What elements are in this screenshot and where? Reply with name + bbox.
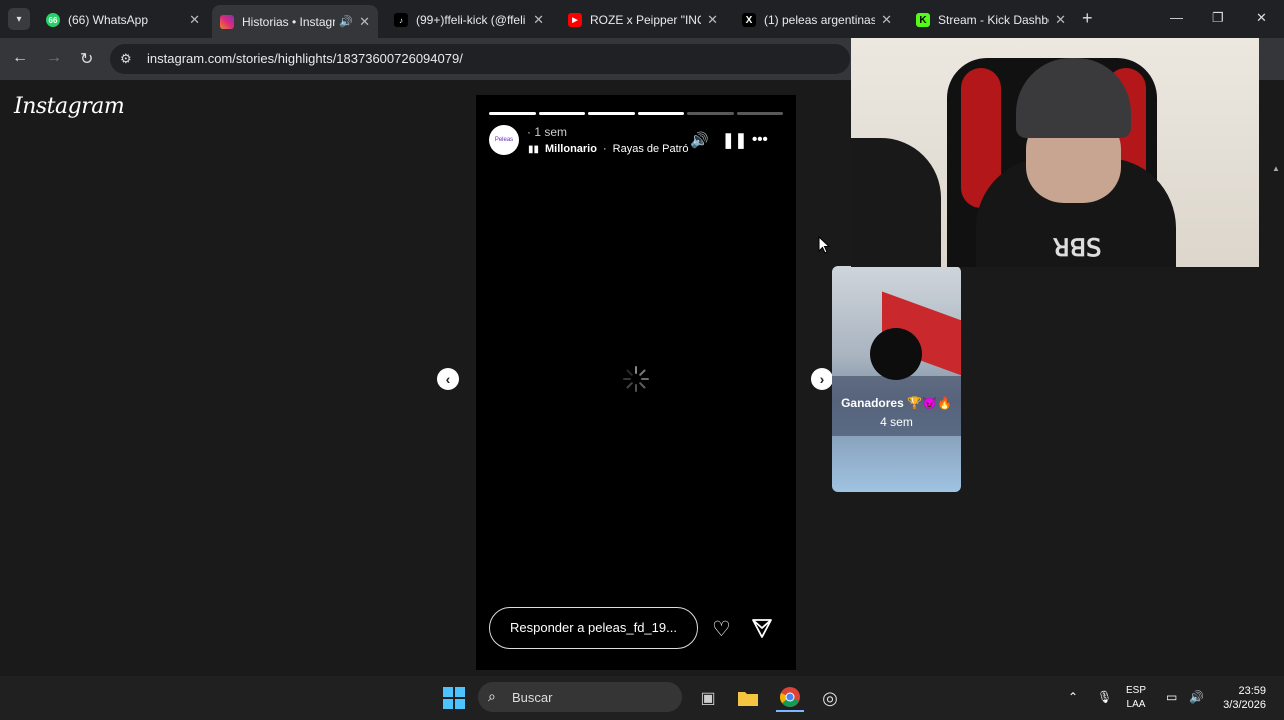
story-time: · 1 sem: [527, 125, 568, 139]
reply-input[interactable]: Responder a peleas_fd_19...: [489, 607, 698, 649]
mouse-cursor-icon: [818, 236, 830, 254]
address-bar[interactable]: ⚙ instagram.com/stories/highlights/18373…: [110, 44, 850, 74]
windows-start-icon[interactable]: [440, 684, 468, 712]
close-icon[interactable]: ✕: [189, 12, 200, 28]
story-progress-bar: [489, 112, 783, 115]
like-heart-icon[interactable]: ♡: [712, 617, 731, 642]
obs-icon[interactable]: ◎: [816, 684, 844, 712]
progress-segment: [736, 112, 783, 115]
tab-search-menu-button[interactable]: ▾: [8, 8, 30, 30]
whatsapp-icon: 66: [46, 13, 60, 27]
song-artist: Rayas de Patró: [612, 143, 689, 155]
site-settings-icon[interactable]: ⚙: [120, 51, 132, 67]
back-button[interactable]: ←: [12, 49, 28, 67]
minimize-button[interactable]: —: [1170, 10, 1183, 25]
volume-tray-icon[interactable]: 🔊: [1189, 690, 1204, 704]
instagram-icon: [220, 14, 234, 29]
progress-segment: [637, 112, 684, 115]
story-viewer[interactable]: Peleas · 1 sem ▮▮ Millonario · Rayas de …: [476, 95, 796, 670]
microphone-icon[interactable]: 🎙: [1097, 690, 1112, 704]
file-explorer-icon[interactable]: [734, 684, 762, 712]
close-icon[interactable]: ✕: [359, 14, 370, 30]
send-share-icon[interactable]: [751, 617, 773, 639]
search-icon: ⌕: [488, 688, 496, 704]
tab-title: Stream - Kick Dashbo: [938, 13, 1050, 27]
language-code: ESP: [1126, 685, 1147, 696]
shirt-logo-graphic: ꓤꓭꓢ: [1053, 233, 1102, 262]
system-clock[interactable]: 23:59 3/3/2026: [1216, 684, 1266, 712]
kick-icon: K: [916, 13, 930, 27]
scroll-up-arrow-icon[interactable]: ▲: [1272, 164, 1280, 173]
tab-strip: ▾ 66 (66) WhatsApp ✕ Historias • Instagr…: [0, 0, 1284, 38]
tab-tiktok[interactable]: ♪ (99+)ffeli-kick (@ffeli ✕: [386, 6, 552, 34]
chrome-icon[interactable]: [776, 684, 804, 712]
thumb-avatar-blob: [870, 328, 922, 380]
speaker-icon[interactable]: 🔊: [339, 15, 353, 28]
youtube-icon: ▶: [568, 13, 582, 27]
next-highlight-preview[interactable]: Ganadores 🏆😈🔥 4 sem: [832, 266, 961, 492]
more-options-icon[interactable]: •••: [752, 131, 768, 148]
x-logo-icon: X: [742, 13, 756, 27]
highlight-time: 4 sem: [880, 415, 913, 429]
scrollbar[interactable]: [1268, 160, 1284, 720]
url-text[interactable]: instagram.com/stories/highlights/1837360…: [147, 51, 463, 66]
song-separator: ·: [602, 143, 607, 155]
show-hidden-icons-chevron-icon[interactable]: ⌃: [1068, 690, 1078, 704]
tab-title: ROZE x Peipper "INO: [590, 13, 702, 27]
close-icon[interactable]: ✕: [1055, 12, 1066, 28]
screen: ▾ 66 (66) WhatsApp ✕ Historias • Instagr…: [0, 0, 1284, 720]
tab-title: Historias • Instagram: [242, 14, 336, 29]
previous-story-button[interactable]: ‹: [437, 368, 459, 390]
keyboard-layout: LAA: [1126, 699, 1146, 710]
instagram-logo[interactable]: Instagram: [14, 94, 125, 119]
close-window-button[interactable]: ✕: [1256, 10, 1267, 26]
webcam-background-chair: [851, 138, 941, 267]
network-icon[interactable]: ▭: [1166, 690, 1177, 704]
progress-segment: [538, 112, 585, 115]
taskbar-search[interactable]: ⌕ Buscar: [478, 682, 682, 712]
windows-taskbar: ⌕ Buscar ▣ ◎ ⌃ 🎙 ESP LAA ▭ 🔊 23:59 3/3/2…: [0, 676, 1284, 720]
progress-segment: [588, 112, 635, 115]
webcam-overlay: ꓤꓭꓢ: [851, 38, 1259, 267]
tab-title: (1) peleas argentinas: [764, 13, 876, 27]
pause-icon[interactable]: ❚❚: [722, 131, 747, 149]
forward-button[interactable]: →: [46, 49, 62, 67]
tab-whatsapp[interactable]: 66 (66) WhatsApp ✕: [38, 6, 208, 34]
tab-title: (99+)ffeli-kick (@ffeli: [416, 13, 526, 27]
search-label: Buscar: [512, 690, 553, 705]
story-avatar[interactable]: Peleas: [489, 125, 519, 155]
tab-instagram[interactable]: Historias • Instagram 🔊 ✕: [212, 5, 378, 38]
story-music[interactable]: ▮▮ Millonario · Rayas de Patró: [528, 143, 688, 155]
progress-segment: [687, 112, 734, 115]
tab-youtube[interactable]: ▶ ROZE x Peipper "INO ✕: [560, 6, 726, 34]
volume-icon[interactable]: 🔊: [690, 131, 709, 149]
close-icon[interactable]: ✕: [881, 12, 892, 28]
tiktok-icon: ♪: [394, 13, 408, 27]
close-icon[interactable]: ✕: [533, 12, 544, 28]
reload-button[interactable]: ↻: [80, 49, 93, 69]
close-icon[interactable]: ✕: [707, 12, 718, 28]
language-indicator[interactable]: ESP LAA: [1126, 684, 1146, 712]
task-view-icon[interactable]: ▣: [694, 684, 722, 712]
story-time-value: 1 sem: [534, 125, 568, 139]
clock-time: 23:59: [1238, 685, 1266, 697]
tab-title: (66) WhatsApp: [68, 13, 149, 27]
progress-segment: [489, 112, 536, 115]
song-title: Millonario: [545, 143, 597, 155]
new-tab-button[interactable]: +: [1082, 8, 1093, 29]
music-bars-icon: ▮▮: [528, 143, 540, 155]
next-story-button[interactable]: ›: [811, 368, 833, 390]
tab-x[interactable]: X (1) peleas argentinas ✕: [734, 6, 900, 34]
restore-button[interactable]: ❐: [1212, 10, 1224, 26]
loading-spinner-icon: [623, 366, 649, 392]
clock-date: 3/3/2026: [1223, 699, 1266, 711]
tab-kick[interactable]: K Stream - Kick Dashbo ✕: [908, 6, 1074, 34]
highlight-title: Ganadores 🏆😈🔥: [841, 396, 952, 410]
